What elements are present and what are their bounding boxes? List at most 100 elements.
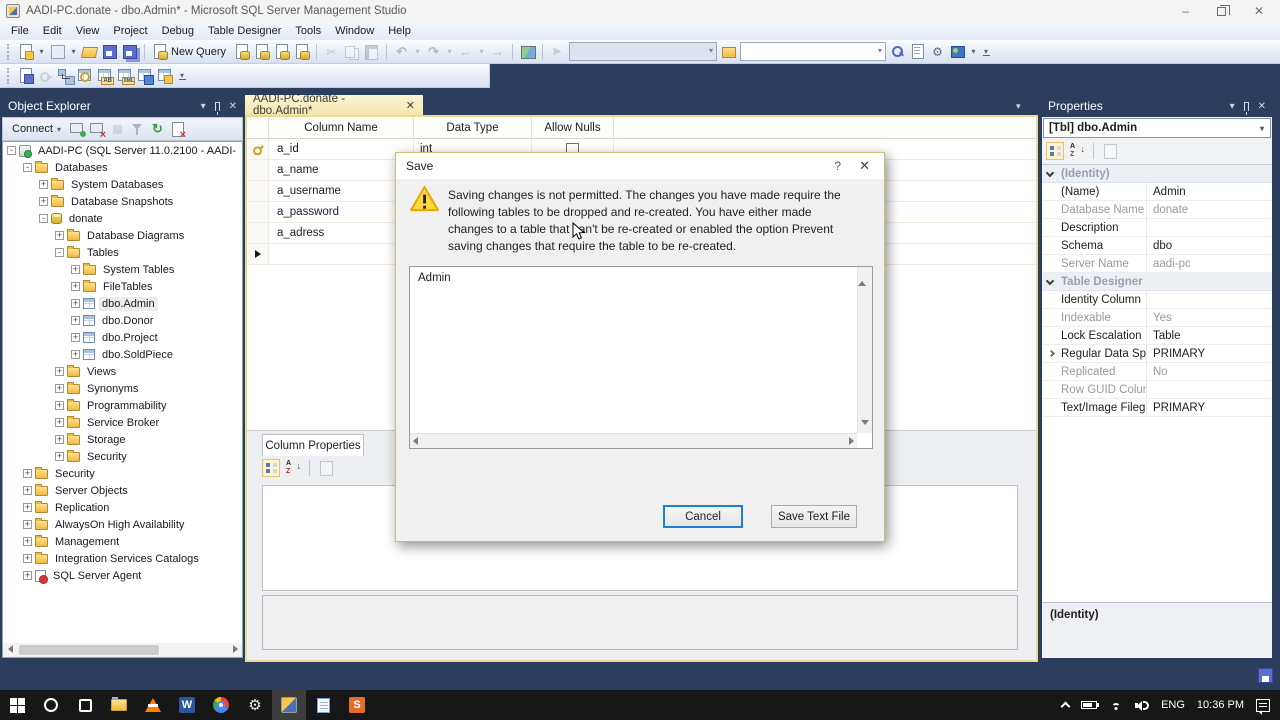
scroll-right-icon[interactable]: [228, 645, 242, 655]
image-editor-icon[interactable]: [519, 43, 537, 60]
menu-item-window[interactable]: Window: [328, 23, 381, 39]
error-log-icon[interactable]: [169, 121, 186, 141]
menu-item-tools[interactable]: Tools: [288, 23, 328, 39]
taskbar-slot-sublime[interactable]: S: [340, 690, 374, 720]
new-dmx-query-icon[interactable]: [273, 43, 291, 60]
affected-tables-list[interactable]: Admin: [409, 266, 873, 449]
chevron-right-icon[interactable]: [1047, 349, 1056, 358]
property-value[interactable]: No: [1146, 363, 1272, 380]
tree-item-security[interactable]: + Security: [3, 448, 242, 465]
expand-icon[interactable]: +: [55, 384, 64, 393]
save-all-icon[interactable]: [121, 43, 138, 60]
taskbar-slot-file-explorer[interactable]: [102, 690, 136, 720]
property-row-replicated[interactable]: Replicated No: [1042, 363, 1272, 381]
expand-icon[interactable]: +: [55, 435, 64, 444]
expand-icon[interactable]: +: [23, 520, 32, 529]
property-row--name-[interactable]: (Name) Admin: [1042, 183, 1272, 201]
column-name-cell[interactable]: a_username: [269, 181, 414, 201]
expand-icon[interactable]: +: [23, 537, 32, 546]
property-value[interactable]: [1146, 381, 1272, 398]
expand-icon[interactable]: +: [71, 282, 80, 291]
property-value[interactable]: [1146, 291, 1272, 308]
tree-item-tables[interactable]: - Tables: [3, 244, 242, 261]
pin-icon[interactable]: [1243, 101, 1249, 115]
tree-item-dbo-soldpiece[interactable]: + dbo.SoldPiece: [3, 346, 242, 363]
taskbar-slot-chrome[interactable]: [204, 690, 238, 720]
expand-icon[interactable]: +: [55, 367, 64, 376]
new-query-button[interactable]: New Query: [171, 46, 226, 58]
expand-icon[interactable]: +: [23, 503, 32, 512]
property-row-row-guid-colum[interactable]: Row GUID Colum: [1042, 381, 1272, 399]
scroll-down-icon[interactable]: [861, 420, 869, 425]
expand-icon[interactable]: +: [23, 554, 32, 563]
tree-item-databases[interactable]: - Databases: [3, 159, 242, 176]
horizontal-scrollbar[interactable]: [3, 643, 242, 657]
property-value[interactable]: Table: [1146, 327, 1272, 344]
menu-item-edit[interactable]: Edit: [36, 23, 69, 39]
tools-icon[interactable]: [929, 43, 946, 60]
window-position-icon[interactable]: ▾: [1230, 101, 1235, 112]
manage-xml-indexes-icon[interactable]: [117, 67, 135, 85]
categorized-icon[interactable]: [1046, 142, 1064, 160]
connect-button[interactable]: Connect ▾: [8, 122, 65, 136]
tree-item-database-diagrams[interactable]: + Database Diagrams: [3, 227, 242, 244]
column-name-cell[interactable]: a_id: [269, 139, 414, 159]
tree-item-storage[interactable]: + Storage: [3, 431, 242, 448]
expand-icon[interactable]: +: [55, 452, 64, 461]
toolbar-grip[interactable]: [7, 43, 11, 60]
tree-item-replication[interactable]: + Replication: [3, 499, 242, 516]
manage-check-constraints-icon[interactable]: [157, 67, 174, 84]
tray-expand-icon[interactable]: [1060, 701, 1071, 712]
close-icon[interactable]: ✕: [229, 101, 237, 112]
list-item[interactable]: Admin: [410, 267, 872, 289]
property-row-text-image-filegr[interactable]: Text/Image Filegr PRIMARY: [1042, 399, 1272, 417]
toolbar-overflow-icon[interactable]: [981, 43, 991, 60]
property-row-identity-column[interactable]: Identity Column: [1042, 291, 1272, 309]
tree-item-server-objects[interactable]: + Server Objects: [3, 482, 242, 499]
close-button[interactable]: ✕: [1254, 5, 1264, 17]
new-mdx-query-icon[interactable]: [253, 43, 271, 60]
clock[interactable]: 10:36 PM: [1197, 699, 1244, 711]
collapse-icon[interactable]: -: [55, 248, 64, 257]
menu-item-help[interactable]: Help: [381, 23, 418, 39]
property-row-regular-data-spac[interactable]: Regular Data SpacPRIMARY: [1042, 345, 1272, 363]
dropdown-icon[interactable]: [69, 43, 78, 60]
volume-icon[interactable]: [1135, 700, 1150, 711]
property-row-lock-escalation[interactable]: Lock Escalation Table: [1042, 327, 1272, 345]
expand-icon[interactable]: +: [23, 486, 32, 495]
expand-icon[interactable]: +: [71, 299, 80, 308]
menu-item-table-designer[interactable]: Table Designer: [201, 23, 288, 39]
action-center-icon[interactable]: [1256, 698, 1270, 715]
restore-button[interactable]: [1216, 4, 1230, 16]
vertical-scrollbar[interactable]: [857, 267, 872, 433]
scroll-right-icon[interactable]: [849, 437, 854, 445]
collapse-icon[interactable]: -: [23, 163, 32, 172]
property-row-server-name[interactable]: Server Name aadi-pc: [1042, 255, 1272, 273]
tree-item-alwayson-high-availability[interactable]: + AlwaysOn High Availability: [3, 516, 242, 533]
property-row-database-name[interactable]: Database Name donate: [1042, 201, 1272, 219]
tree-item-database-snapshots[interactable]: + Database Snapshots: [3, 193, 242, 210]
tree-item-security[interactable]: + Security: [3, 465, 242, 482]
dropdown-icon[interactable]: [37, 43, 46, 60]
battery-icon[interactable]: [1081, 701, 1100, 709]
column-name-cell[interactable]: a_password: [269, 202, 414, 222]
tree-item-programmability[interactable]: + Programmability: [3, 397, 242, 414]
property-value[interactable]: [1146, 219, 1272, 236]
taskbar-slot-ssms[interactable]: [272, 690, 306, 720]
alphabetical-sort-icon[interactable]: AZ: [284, 459, 302, 477]
expand-icon[interactable]: +: [71, 333, 80, 342]
search-database-icon[interactable]: [889, 43, 906, 60]
column-name-cell[interactable]: a_adress: [269, 223, 414, 243]
expand-icon[interactable]: +: [39, 180, 48, 189]
relationships-icon[interactable]: [57, 67, 74, 84]
alphabetical-sort-icon[interactable]: AZ: [1068, 142, 1086, 160]
manage-fulltext-index-icon[interactable]: [97, 67, 114, 85]
taskbar-slot-settings[interactable]: ⚙: [238, 690, 272, 720]
expand-icon[interactable]: +: [71, 350, 80, 359]
property-category-table-designer[interactable]: Table Designer: [1042, 273, 1272, 291]
property-value[interactable]: Admin: [1146, 183, 1272, 200]
manage-indexes-keys-icon[interactable]: [77, 67, 94, 84]
column-name-cell[interactable]: a_name: [269, 160, 414, 180]
connect-object-icon[interactable]: [69, 121, 86, 138]
tree-item-management[interactable]: + Management: [3, 533, 242, 550]
